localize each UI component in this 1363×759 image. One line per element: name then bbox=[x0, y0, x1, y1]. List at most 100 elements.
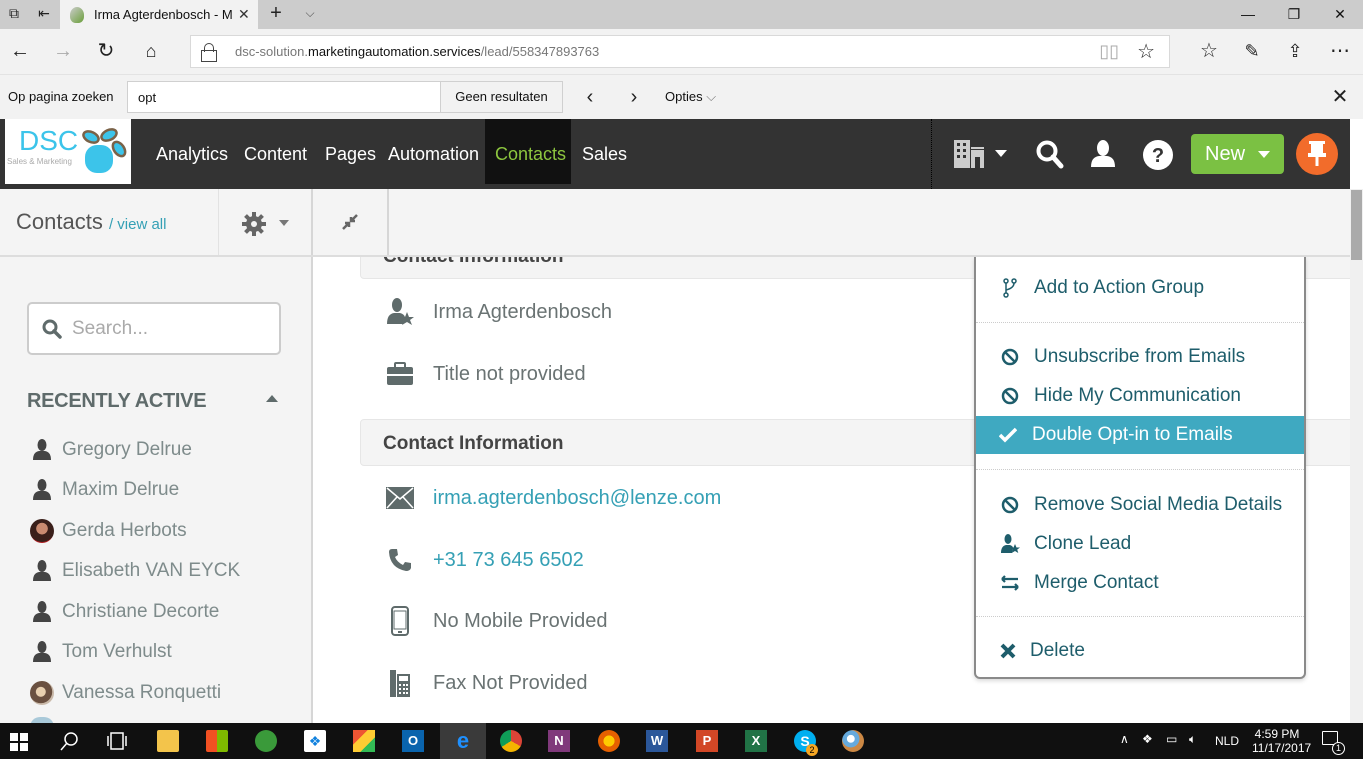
menu-item-hide-my-communication[interactable]: Hide My Communication bbox=[976, 377, 1304, 415]
nav-automation[interactable]: Automation bbox=[378, 119, 489, 184]
recent-contact[interactable]: Gregory Delrue bbox=[30, 435, 192, 465]
times-icon bbox=[998, 641, 1018, 661]
task-view-icon[interactable] bbox=[106, 730, 128, 752]
recent-contact[interactable]: Christiane Decorte bbox=[30, 597, 219, 627]
firefox-icon[interactable] bbox=[598, 730, 620, 752]
tab-manager-icon[interactable]: ⧉ bbox=[6, 5, 22, 21]
set-tabs-aside-icon[interactable]: ⇤ bbox=[36, 5, 52, 21]
tab-title: Irma Agterdenbosch - M bbox=[94, 7, 233, 22]
find-bar: Op pagina zoeken Geen resultaten ‹ › Opt… bbox=[0, 74, 1363, 119]
search-icon[interactable] bbox=[1036, 139, 1064, 169]
menu-item-clone-lead[interactable]: Clone Lead bbox=[976, 525, 1304, 563]
volume-icon[interactable]: 🔈︎ bbox=[1189, 732, 1196, 747]
minimize-icon[interactable]: — bbox=[1225, 0, 1271, 29]
scrollbar-thumb[interactable] bbox=[1351, 190, 1362, 260]
battery-icon[interactable]: ▭ bbox=[1166, 732, 1177, 746]
refresh-icon[interactable]: ↻ bbox=[94, 39, 118, 63]
sidebar-search-input[interactable]: Search... bbox=[27, 302, 281, 355]
view-all-link[interactable]: / view all bbox=[109, 216, 167, 233]
menu-item-label: Merge Contact bbox=[1034, 572, 1159, 593]
avatar bbox=[30, 519, 54, 543]
language-indicator[interactable]: NLD bbox=[1215, 734, 1239, 748]
close-find-icon[interactable]: ✕ bbox=[1328, 85, 1352, 109]
menu-item-double-opt-in-to-emails[interactable]: Double Opt-in to Emails bbox=[976, 416, 1304, 454]
find-next-icon[interactable]: › bbox=[622, 85, 646, 109]
paint-icon[interactable] bbox=[842, 730, 864, 752]
recent-contact[interactable]: Elisabeth VAN EYCK bbox=[30, 556, 240, 586]
nav-sales[interactable]: Sales bbox=[572, 119, 637, 184]
onenote-icon[interactable]: N bbox=[548, 730, 570, 752]
company-switcher[interactable] bbox=[953, 139, 1013, 169]
close-tab-icon[interactable]: ✕ bbox=[238, 6, 258, 23]
help-icon[interactable]: ? bbox=[1142, 139, 1174, 171]
web-note-icon[interactable]: ✎ bbox=[1240, 39, 1264, 63]
windows-start-icon[interactable] bbox=[10, 733, 28, 751]
powerpoint-icon[interactable]: P bbox=[696, 730, 718, 752]
nav-contacts[interactable]: Contacts bbox=[485, 119, 571, 184]
page-scrollbar[interactable] bbox=[1350, 189, 1363, 723]
favorites-hub-icon[interactable]: ☆ bbox=[1197, 39, 1221, 63]
find-input[interactable] bbox=[127, 81, 441, 113]
word-icon[interactable]: W bbox=[646, 730, 668, 752]
user-star-icon bbox=[1000, 534, 1020, 554]
app-icon[interactable] bbox=[353, 730, 375, 752]
search-placeholder: Search... bbox=[72, 317, 149, 339]
brand-logo[interactable]: DSC Sales & Marketing bbox=[5, 119, 131, 184]
recent-contact[interactable]: Maxim Delrue bbox=[30, 475, 179, 505]
app-navbar: DSC Sales & Marketing Analytics Content … bbox=[0, 119, 1350, 189]
find-options-button[interactable]: Opties ⌵ bbox=[665, 89, 716, 105]
restore-icon[interactable]: ❐ bbox=[1271, 0, 1317, 29]
nav-pages[interactable]: Pages bbox=[315, 119, 386, 184]
home-icon[interactable]: ⌂ bbox=[139, 39, 163, 63]
nav-content[interactable]: Content bbox=[234, 119, 317, 184]
back-icon[interactable]: ← bbox=[8, 39, 32, 63]
logo-subtext: Sales & Marketing bbox=[7, 157, 72, 166]
file-explorer-icon[interactable] bbox=[157, 730, 179, 752]
menu-item-remove-social-media-details[interactable]: Remove Social Media Details bbox=[976, 486, 1304, 524]
contact-email-row: irma.agterdenbosch@lenze.com bbox=[385, 482, 721, 514]
svg-text:?: ? bbox=[1152, 145, 1164, 167]
dropbox-tray-icon[interactable]: ❖ bbox=[1142, 732, 1153, 746]
new-tab-icon[interactable]: + bbox=[268, 3, 284, 23]
contact-phone-link[interactable]: +31 73 645 6502 bbox=[433, 549, 584, 572]
user-icon[interactable] bbox=[1089, 139, 1117, 169]
excel-icon[interactable]: X bbox=[745, 730, 767, 752]
settings-dropdown[interactable] bbox=[218, 189, 313, 255]
recent-contact[interactable]: Vanessa Ronquetti bbox=[30, 678, 221, 708]
nav-analytics[interactable]: Analytics bbox=[146, 119, 238, 184]
address-bar[interactable]: dsc-solution.marketingautomation.service… bbox=[190, 35, 1170, 68]
share-icon[interactable]: ⇪ bbox=[1283, 39, 1307, 63]
store-icon[interactable] bbox=[206, 730, 228, 752]
contact-email-link[interactable]: irma.agterdenbosch@lenze.com bbox=[433, 487, 721, 510]
search-icon[interactable] bbox=[58, 730, 80, 752]
system-clock[interactable]: 4:59 PM 11/17/2017 bbox=[1252, 727, 1311, 755]
menu-item-unsubscribe-from-emails[interactable]: Unsubscribe from Emails bbox=[976, 338, 1304, 376]
collapse-button[interactable] bbox=[313, 189, 389, 255]
reading-view-icon[interactable]: ▯▯ bbox=[1099, 41, 1119, 62]
recent-contact[interactable]: Gerda Herbots bbox=[30, 516, 187, 546]
browser-tab[interactable]: Irma Agterdenbosch - M ✕ bbox=[60, 0, 258, 29]
windows-taskbar: ❖ O e N W P X S 2 ∧ ❖ ▭ 🔈︎ NLD 4:59 PM 1… bbox=[0, 723, 1363, 759]
favorite-star-icon[interactable]: ☆ bbox=[1137, 39, 1155, 64]
show-hidden-icons-icon[interactable]: ∧ bbox=[1120, 732, 1129, 746]
outlook-icon[interactable]: O bbox=[402, 730, 424, 752]
pin-button[interactable] bbox=[1296, 133, 1338, 175]
chrome-icon[interactable] bbox=[500, 730, 522, 752]
ban-icon bbox=[1000, 386, 1020, 406]
page-title: Contacts / view all bbox=[16, 209, 166, 235]
menu-item-add-to-action-group[interactable]: Add to Action Group bbox=[976, 269, 1304, 307]
url-text[interactable]: dsc-solution.marketingautomation.service… bbox=[235, 44, 1099, 59]
menu-item-delete[interactable]: Delete bbox=[976, 632, 1304, 670]
edge-icon[interactable]: e bbox=[452, 730, 474, 752]
new-button[interactable]: New bbox=[1191, 134, 1284, 174]
menu-item-merge-contact[interactable]: Merge Contact bbox=[976, 564, 1304, 602]
collapse-caret-icon[interactable] bbox=[266, 395, 278, 402]
dropbox-icon[interactable]: ❖ bbox=[304, 730, 326, 752]
parrot-app-icon[interactable] bbox=[255, 730, 277, 752]
close-window-icon[interactable]: ✕ bbox=[1317, 0, 1363, 29]
find-previous-icon[interactable]: ‹ bbox=[578, 85, 602, 109]
forward-icon[interactable]: → bbox=[51, 39, 75, 63]
tab-preview-chevron-icon[interactable]: ⌵ bbox=[302, 5, 318, 21]
more-icon[interactable]: ⋯ bbox=[1328, 39, 1352, 63]
recent-contact[interactable]: Tom Verhulst bbox=[30, 637, 172, 667]
